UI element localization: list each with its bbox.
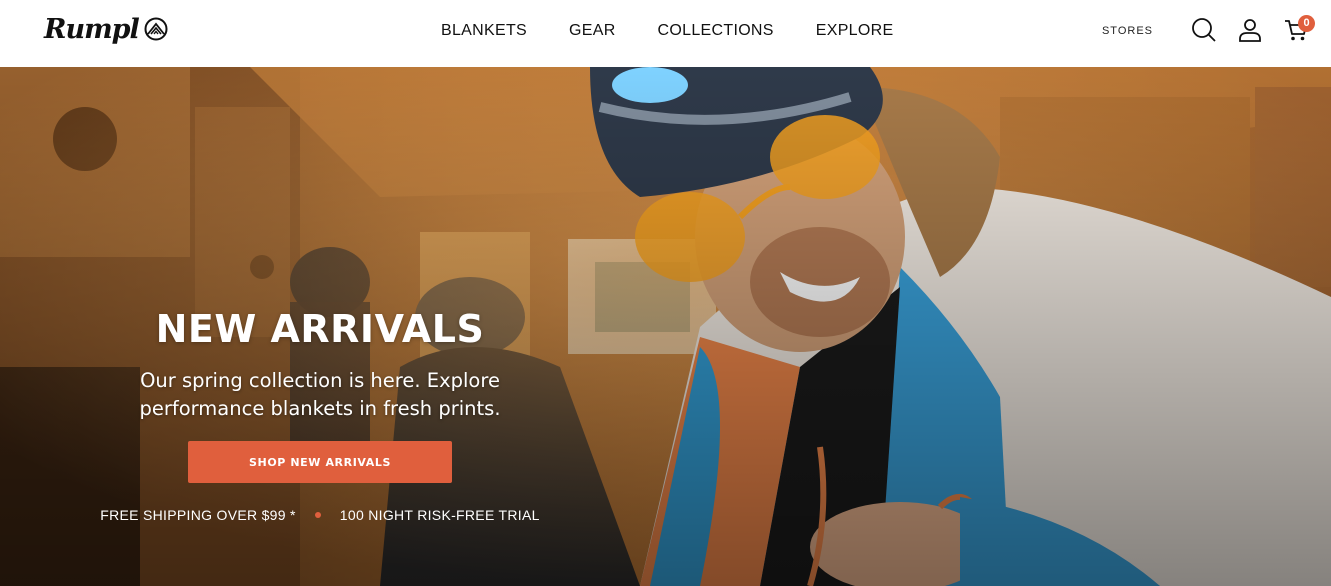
shop-new-arrivals-button[interactable]: SHOP NEW ARRIVALS <box>188 441 452 483</box>
account-button[interactable] <box>1237 17 1263 43</box>
stores-link[interactable]: STORES <box>1102 25 1153 37</box>
nav-collections[interactable]: COLLECTIONS <box>658 20 774 42</box>
rumpl-logo[interactable]: Rumpl <box>44 15 168 45</box>
site-header: Rumpl BLANKETS GEAR COLLECTIONS EXPLORE … <box>0 0 1331 67</box>
hero-content: NEW ARRIVALS Our spring collection is he… <box>100 307 540 523</box>
user-icon <box>1239 19 1261 42</box>
free-shipping-perk: FREE SHIPPING OVER $99 * <box>100 507 296 523</box>
brand-wordmark: Rumpl <box>44 14 140 45</box>
nav-gear[interactable]: GEAR <box>569 20 616 42</box>
cart-count-badge: 0 <box>1298 15 1315 32</box>
risk-free-trial-perk: 100 NIGHT RISK-FREE TRIAL <box>339 507 540 523</box>
mountain-logo-icon <box>144 17 168 40</box>
perks-bar: FREE SHIPPING OVER $99 * 100 NIGHT RISK-… <box>100 507 540 523</box>
hero-banner: NEW ARRIVALS Our spring collection is he… <box>0 67 1331 586</box>
nav-blankets[interactable]: BLANKETS <box>441 20 527 42</box>
hero-title: NEW ARRIVALS <box>155 307 485 351</box>
search-button[interactable] <box>1191 17 1217 43</box>
search-icon <box>1192 18 1216 42</box>
hero-subtitle: Our spring collection is here. Explore p… <box>139 369 501 420</box>
perk-separator-dot <box>314 512 321 518</box>
header-utilities: STORES 0 <box>1102 15 1315 43</box>
main-nav: BLANKETS GEAR COLLECTIONS EXPLORE <box>441 20 935 42</box>
nav-explore[interactable]: EXPLORE <box>816 20 894 42</box>
cart-button[interactable]: 0 <box>1283 15 1315 43</box>
